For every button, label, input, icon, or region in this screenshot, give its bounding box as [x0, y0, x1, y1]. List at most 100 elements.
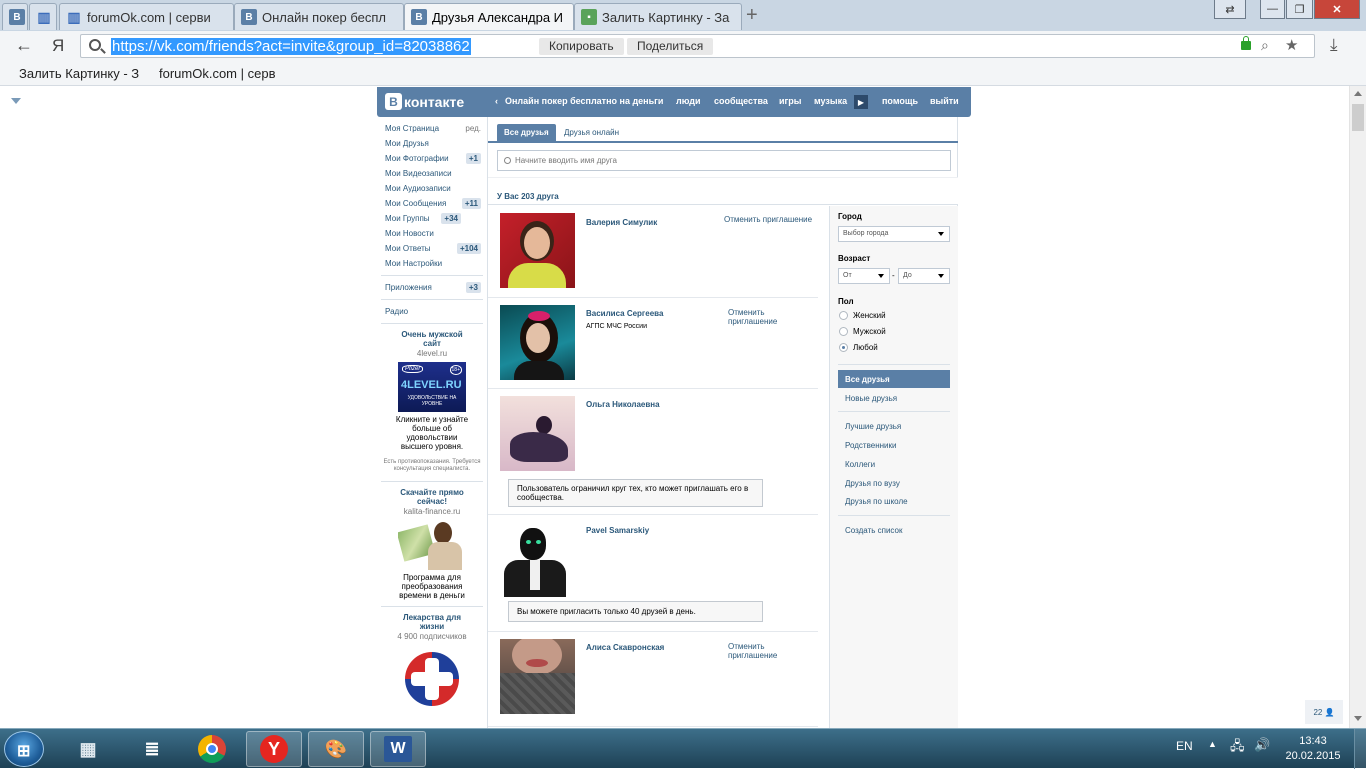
scroll-up-icon[interactable] [1354, 91, 1362, 96]
chrome-icon[interactable] [184, 731, 240, 767]
sidebar-item-news[interactable]: Мои Новости [377, 226, 487, 241]
tab-forumok[interactable]: ▥ forumOk.com | серви [59, 3, 234, 30]
nav-help[interactable]: помощь [882, 96, 918, 106]
vk-logo[interactable]: В контакте [385, 93, 464, 110]
menu-best-friends[interactable]: Лучшие друзья [838, 417, 950, 435]
start-button[interactable]: ⊞ [4, 731, 44, 767]
menu-all-friends[interactable]: Все друзья [838, 370, 950, 388]
menu-university-friends[interactable]: Друзья по вузу [838, 474, 950, 492]
friend-name[interactable]: Ольга Николаевна [586, 400, 660, 409]
close-window-icon[interactable]: ✕ [1314, 0, 1360, 19]
create-list-link[interactable]: Создать список [838, 521, 950, 539]
ad-block-kalita[interactable]: Скачайте прямо сейчас! kalita-finance.ru… [377, 488, 487, 600]
play-icon[interactable]: ▶ [854, 95, 868, 109]
show-desktop-button[interactable] [1354, 729, 1366, 769]
minimize-icon[interactable]: — [1260, 0, 1285, 19]
sidebar-item-apps[interactable]: Приложения +3 [377, 280, 487, 295]
maximize-icon[interactable]: ❐ [1286, 0, 1313, 19]
menu-relatives[interactable]: Родственники [838, 436, 950, 454]
age-from-select[interactable]: От [838, 268, 890, 284]
sidebar-item-settings[interactable]: Мои Настройки [377, 256, 487, 271]
sidebar-item-radio[interactable]: Радио [377, 304, 487, 319]
download-icon[interactable]: ⤓ [1330, 35, 1338, 55]
language-indicator[interactable]: EN [1176, 739, 1193, 753]
tab-all-friends[interactable]: Все друзья [497, 124, 556, 143]
medical-cross-logo[interactable] [405, 652, 459, 706]
restore-tabs-icon[interactable]: ⇄ [1214, 0, 1246, 19]
edit-link[interactable]: ред. [465, 124, 481, 133]
header-game-link[interactable]: Онлайн покер бесплатно на деньги [505, 96, 663, 106]
sex-radio-male[interactable]: Мужской [839, 327, 886, 336]
nav-music[interactable]: музыка [814, 96, 847, 106]
scroll-down-icon[interactable] [1354, 716, 1362, 721]
ad-image-money[interactable] [398, 520, 466, 570]
volume-icon[interactable]: 🔊 [1254, 737, 1270, 753]
nav-logout[interactable]: выйти [930, 96, 959, 106]
calculator-icon[interactable]: ▦ [60, 731, 116, 767]
cancel-invite-link[interactable]: Отменить приглашение [728, 308, 798, 326]
tab-poker[interactable]: В Онлайн покер беспл [234, 3, 404, 30]
online-count-badge[interactable]: 22 👤 [1305, 700, 1343, 724]
sidebar-item-messages[interactable]: Мои Сообщения +11 [377, 196, 487, 211]
friend-search-input[interactable]: Начните вводить имя друга [497, 150, 951, 171]
age-to-select[interactable]: До [898, 268, 950, 284]
sidebar-item-friends[interactable]: Мои Друзья [377, 136, 487, 151]
friend-photo[interactable] [500, 396, 575, 471]
yandex-browser-icon[interactable]: Y [246, 731, 302, 767]
tab-pinned-vk[interactable]: В [2, 3, 28, 30]
sidebar-item-videos[interactable]: Мои Видеозаписи [377, 166, 487, 181]
sidebar-item-photos[interactable]: Мои Фотографии +1 [377, 151, 487, 166]
menu-new-friends[interactable]: Новые друзья [838, 389, 950, 407]
zoom-icon[interactable]: ⌕ [1261, 37, 1269, 54]
tray-expand-icon[interactable]: ▲ [1208, 739, 1217, 749]
sidebar-item-my-page[interactable]: Моя Страница ред. [377, 121, 487, 136]
friend-photo[interactable] [500, 639, 575, 714]
bookmark-zalit[interactable]: Залить Картинку - З [19, 66, 139, 81]
tab-friends-active[interactable]: В Друзья Александра И [404, 3, 574, 30]
back-arrow-icon[interactable]: ← [15, 35, 33, 56]
nav-communities[interactable]: сообщества [714, 96, 768, 106]
star-icon[interactable]: ★ [1285, 36, 1298, 54]
copy-button[interactable]: Копировать [539, 38, 624, 55]
city-select[interactable]: Выбор города [838, 226, 950, 242]
sidebar-item-groups[interactable]: Мои Группы +34 [377, 211, 487, 226]
sidebar-item-audio[interactable]: Мои Аудиозаписи [377, 181, 487, 196]
friend-photo[interactable] [500, 305, 575, 380]
friend-name[interactable]: Pavel Samarskiy [586, 526, 649, 535]
clock[interactable]: 13:43 20.02.2015 [1285, 734, 1341, 764]
new-tab-icon[interactable]: + [746, 4, 758, 27]
winrar-icon[interactable]: ≣ [124, 731, 180, 767]
sex-radio-female[interactable]: Женский [839, 311, 886, 320]
word-icon[interactable]: W [370, 731, 426, 767]
friend-name[interactable]: Валерия Симулик [586, 218, 657, 227]
menu-colleagues[interactable]: Коллеги [838, 455, 950, 473]
ad-title[interactable]: Скачайте прямо сейчас! [377, 488, 487, 506]
url-text[interactable]: https://vk.com/friends?act=invite&group_… [111, 38, 471, 55]
paint-icon[interactable]: 🎨 [308, 731, 364, 767]
dropdown-triangle-icon[interactable] [11, 98, 21, 104]
cancel-invite-link[interactable]: Отменить приглашение [724, 215, 812, 224]
vertical-scrollbar[interactable] [1349, 86, 1366, 728]
tab-zalit-kartinku[interactable]: ▪ Залить Картинку - За [574, 3, 742, 30]
cancel-invite-link[interactable]: Отменить приглашение [728, 642, 798, 660]
menu-school-friends[interactable]: Друзья по школе [838, 492, 950, 510]
network-icon[interactable]: 🖧 [1230, 737, 1245, 759]
scroll-thumb[interactable] [1352, 104, 1364, 131]
share-button[interactable]: Поделиться [627, 38, 714, 55]
sex-radio-any[interactable]: Любой [839, 343, 878, 352]
friend-photo[interactable] [500, 213, 575, 288]
ad-title[interactable]: Очень мужской сайт [377, 330, 487, 348]
sidebar-item-answers[interactable]: Мои Ответы +104 [377, 241, 487, 256]
tab-pinned-bars[interactable]: ▥ [29, 3, 57, 30]
friend-photo[interactable] [500, 522, 575, 597]
tab-friends-online[interactable]: Друзья онлайн [564, 128, 619, 137]
chevron-left-icon[interactable]: ‹ [495, 96, 498, 106]
nav-people[interactable]: люди [676, 96, 701, 106]
nav-games[interactable]: игры [779, 96, 801, 106]
friend-name[interactable]: Василиса Сергеева [586, 309, 663, 318]
bookmark-forumok[interactable]: forumOk.com | серв [159, 66, 275, 81]
ad-title[interactable]: Лекарства для жизни [377, 613, 487, 631]
friend-name[interactable]: Алиса Скавронская [586, 643, 664, 652]
ad-image-4level[interactable]: Pfizer 18+ 4LEVEL.RU УДОВОЛЬСТВИЕ НА УРО… [398, 362, 466, 412]
ad-block-medicine[interactable]: Лекарства для жизни 4 900 подписчиков [377, 613, 487, 706]
